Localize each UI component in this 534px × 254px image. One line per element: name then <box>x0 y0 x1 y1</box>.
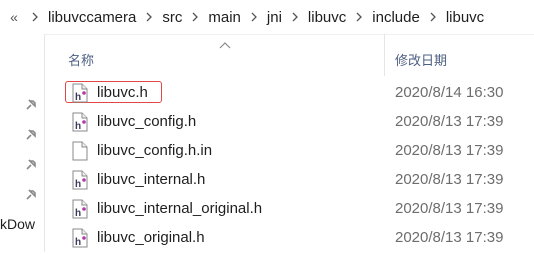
column-header-name[interactable]: 名称 <box>68 50 94 69</box>
chevron-right-icon <box>24 12 46 22</box>
h-file-icon: h <box>71 228 89 248</box>
pin-icon[interactable] <box>24 98 38 112</box>
file-name: libuvc_internal_original.h <box>97 200 263 217</box>
column-header-date-modified[interactable]: 修改日期 <box>395 50 447 69</box>
file-date: 2020/8/13 17:39 <box>395 229 504 246</box>
pin-icon[interactable] <box>24 128 38 142</box>
file-list: h libuvc.h 2020/8/14 16:30 h libuvc_conf… <box>62 80 534 254</box>
file-row[interactable]: h libuvc_config.h 2020/8/13 17:39 <box>62 109 534 138</box>
pin-icon[interactable] <box>24 188 38 202</box>
breadcrumb-segment[interactable]: src <box>160 9 184 26</box>
file-date: 2020/8/13 17:39 <box>395 200 504 217</box>
file-row[interactable]: h libuvc_internal.h 2020/8/13 17:39 <box>62 167 534 196</box>
sort-ascending-icon <box>218 37 232 49</box>
h-file-icon: h <box>71 83 89 103</box>
breadcrumb-segment[interactable]: libuvccamera <box>46 9 138 26</box>
column-header: 名称 修改日期 <box>60 34 534 76</box>
file-name: libuvc_original.h <box>97 229 205 246</box>
breadcrumb-segment[interactable]: jni <box>265 9 284 26</box>
breadcrumb-segment[interactable]: include <box>370 9 422 26</box>
file-name: libuvc_internal.h <box>97 171 206 188</box>
file-row[interactable]: h libuvc_original.h 2020/8/13 17:39 <box>62 225 534 254</box>
sidebar-item-label[interactable]: kDow <box>0 216 35 232</box>
h-file-icon: h <box>71 170 89 190</box>
file-date: 2020/8/13 17:39 <box>395 142 504 159</box>
file-date: 2020/8/13 17:39 <box>395 113 504 130</box>
file-row[interactable]: h libuvc.h 2020/8/14 16:30 <box>62 80 534 109</box>
svg-text:h: h <box>75 208 81 219</box>
file-date: 2020/8/13 17:39 <box>395 171 504 188</box>
chevron-right-icon <box>243 12 265 22</box>
file-row[interactable]: h libuvc_internal_original.h 2020/8/13 1… <box>62 196 534 225</box>
file-name: libuvc_config.h.in <box>97 142 213 159</box>
chevron-right-icon <box>138 12 160 22</box>
file-date: 2020/8/14 16:30 <box>395 84 504 101</box>
breadcrumb-segment[interactable]: libuvc <box>306 9 348 26</box>
h-file-icon: h <box>71 112 89 132</box>
breadcrumb: « libuvccamera src main jni libuvc inclu… <box>0 0 534 35</box>
breadcrumb-overflow-button[interactable]: « <box>4 9 24 25</box>
pin-icon[interactable] <box>24 158 38 172</box>
chevron-right-icon <box>348 12 370 22</box>
breadcrumb-segment[interactable]: libuvc <box>444 9 486 26</box>
svg-text:h: h <box>75 121 81 132</box>
breadcrumb-segment[interactable]: main <box>206 9 243 26</box>
svg-text:h: h <box>75 179 81 190</box>
chevron-right-icon <box>184 12 206 22</box>
file-name: libuvc.h <box>97 84 148 101</box>
h-file-icon: h <box>71 199 89 219</box>
file-name: libuvc_config.h <box>97 113 197 130</box>
column-divider[interactable] <box>384 34 385 76</box>
blank-file-icon <box>71 141 89 161</box>
svg-text:h: h <box>75 92 81 103</box>
chevron-right-icon <box>422 12 444 22</box>
file-row[interactable]: libuvc_config.h.in 2020/8/13 17:39 <box>62 138 534 167</box>
svg-text:h: h <box>75 237 81 248</box>
chevron-right-icon <box>284 12 306 22</box>
